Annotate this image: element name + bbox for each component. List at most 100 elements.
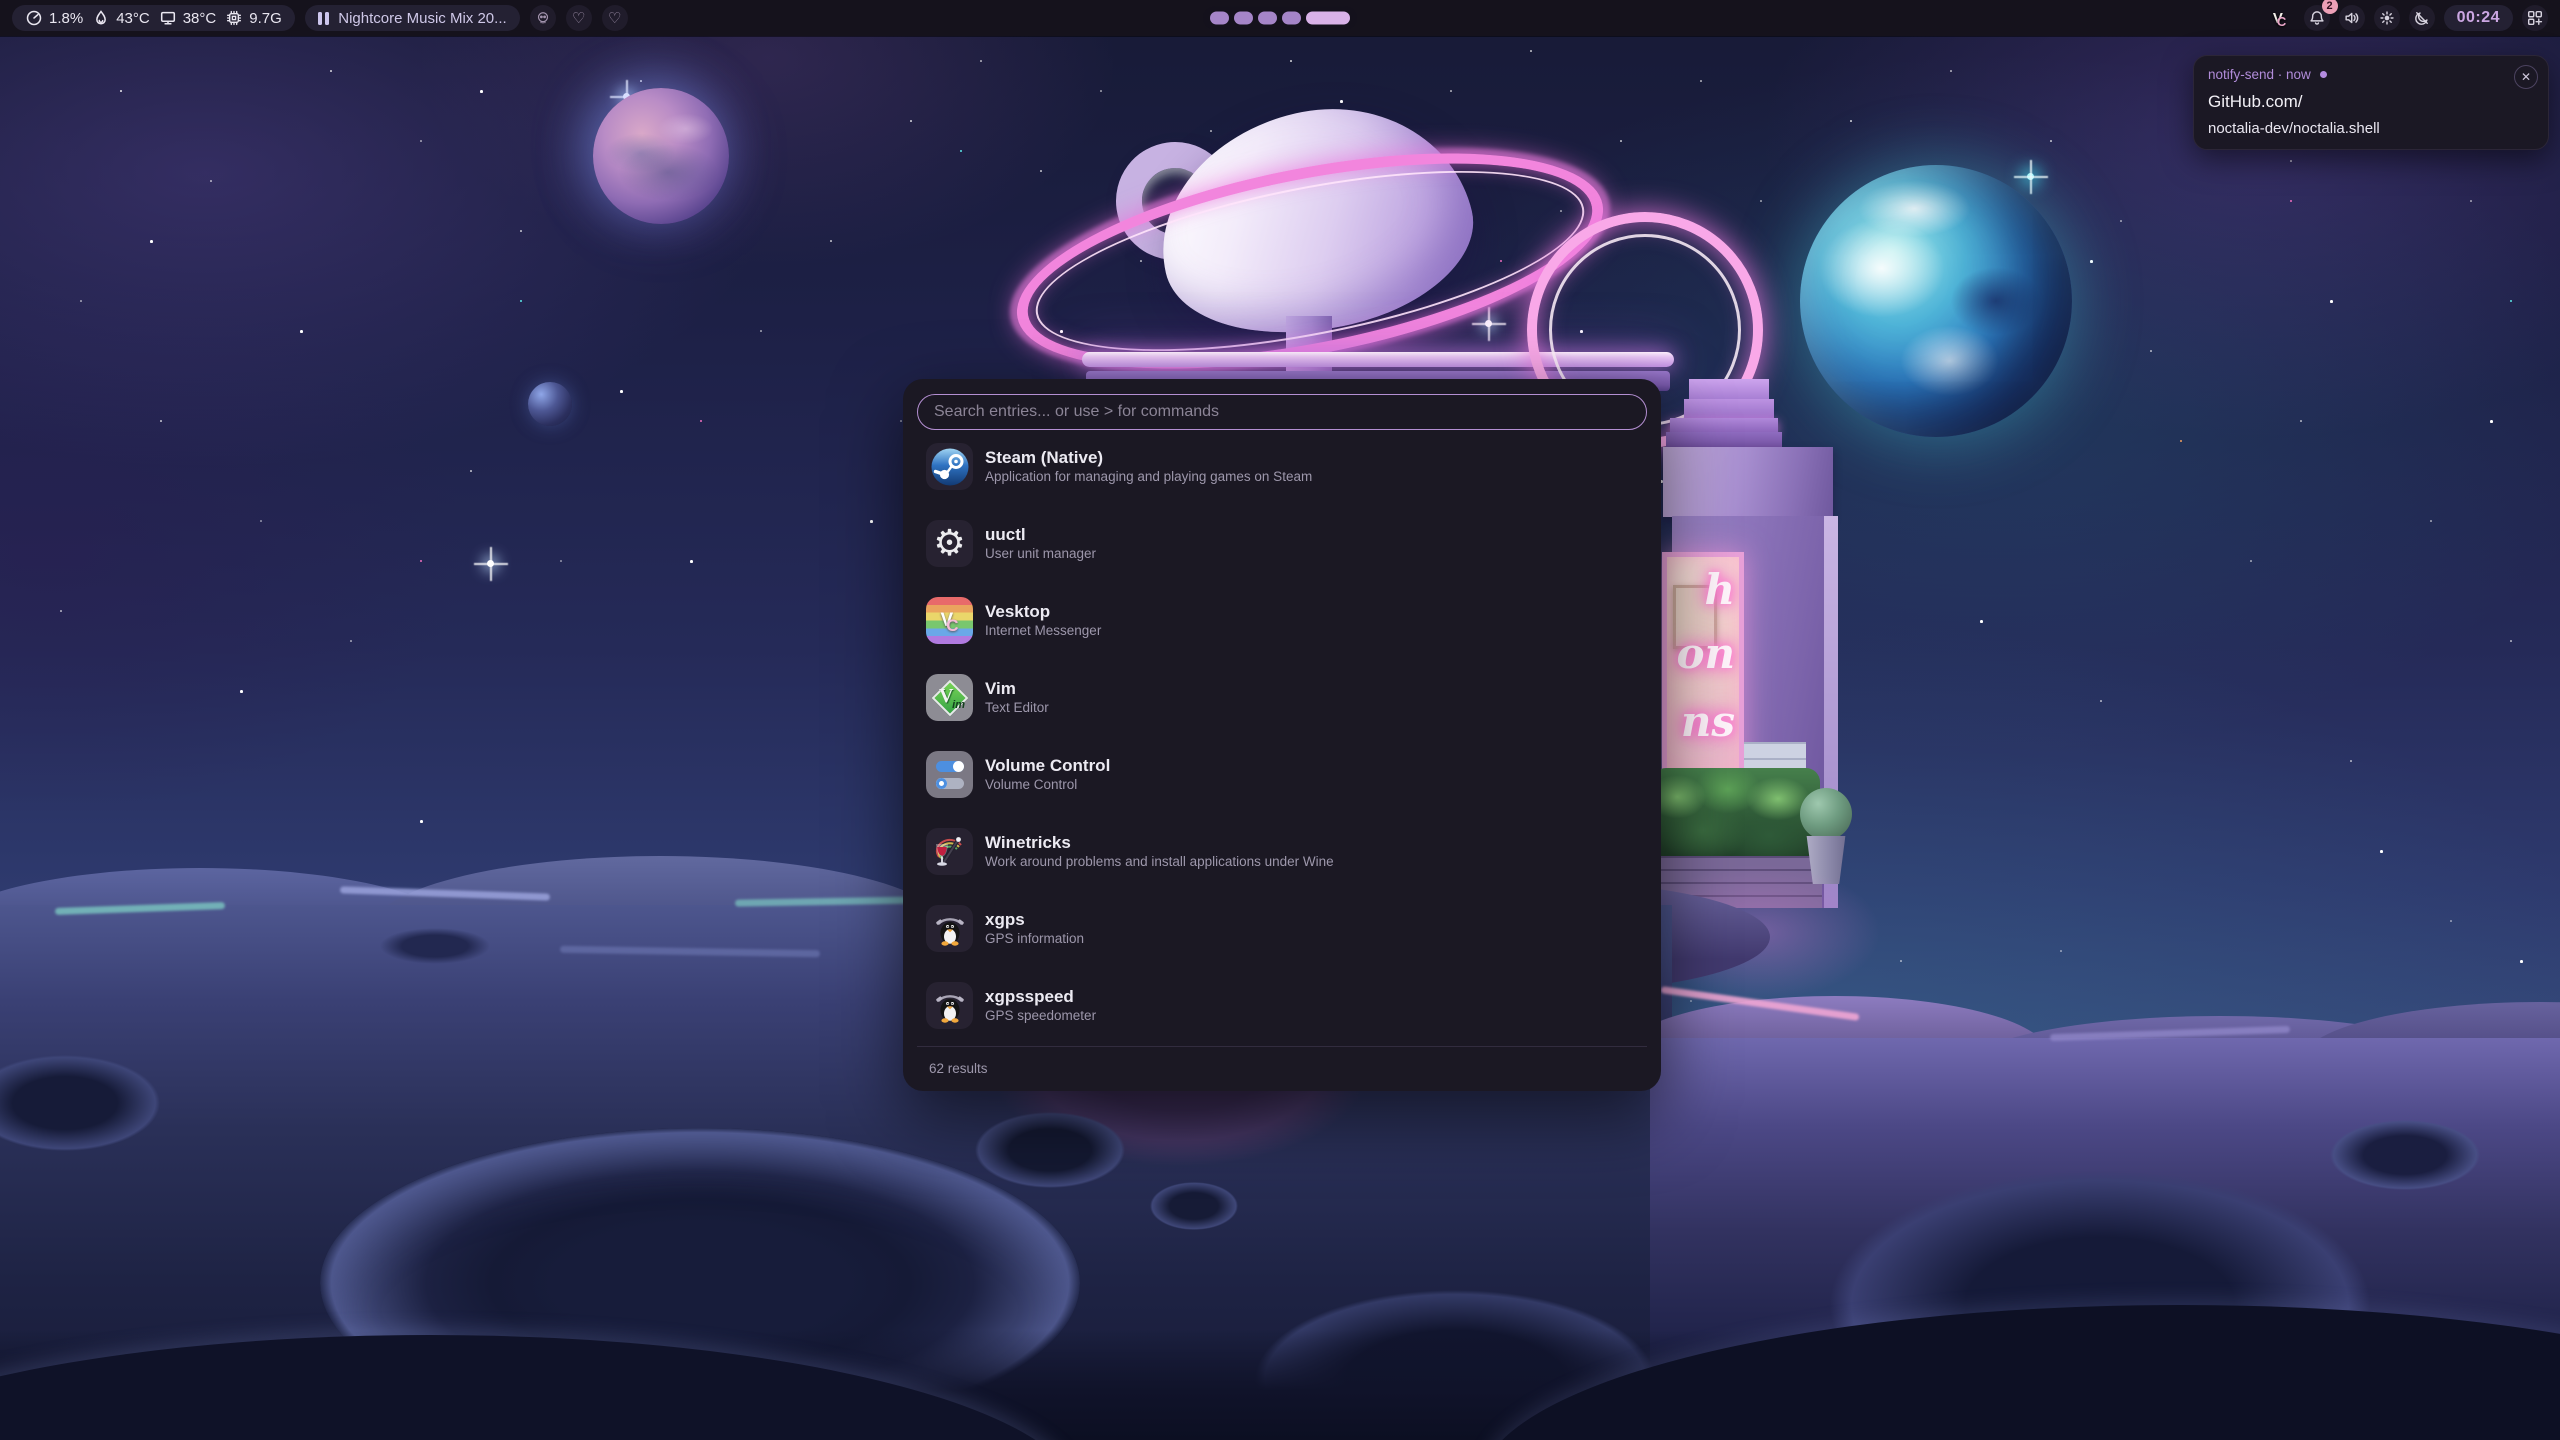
bright-star [2027,173,2034,180]
small-planet-illustration [528,382,572,426]
item-title: Volume Control [985,757,1110,774]
system-stats-pill: 1.8% 43°C 38°C [12,5,295,31]
item-description: User unit manager [985,547,1096,561]
launcher-item-xgpsspeed[interactable]: xgpsspeed GPS speedometer [926,982,1647,1029]
footer-divider [917,1046,1647,1047]
grid-plus-icon [2526,9,2544,27]
workspace-indicator [1203,7,1357,30]
item-title: xgpsspeed [985,988,1096,1005]
tux-app-icon [926,905,973,952]
flame-icon [92,9,110,27]
close-icon[interactable]: ✕ [2514,65,2538,89]
heart-icon: ♡ [608,11,621,26]
notification-app-name: notify-send · now [2208,67,2311,82]
moon-slash-icon [2413,9,2431,27]
launcher-results-list: Steam (Native) Application for managing … [903,443,1661,1029]
item-description: Volume Control [985,778,1110,792]
workspace-pill-4[interactable] [1282,12,1301,25]
notification-card: notify-send · now ✕ GitHub.com/ noctalia… [2193,55,2549,150]
pink-planet-illustration [593,88,729,224]
volume-button[interactable] [2339,5,2365,31]
cafe-neon-sign-text: on [1676,629,1735,678]
notification-header: notify-send · now [2208,67,2534,82]
cpu-temp-stat: 43°C [92,9,150,27]
tray-letter-c: C [2277,14,2286,29]
display-icon [159,9,177,27]
cafe-hedge [1652,768,1820,864]
launcher-item-winetricks[interactable]: Winetricks Work around problems and inst… [926,828,1647,875]
item-title: Vim [985,680,1049,697]
notifications-button[interactable]: 2 [2304,5,2330,31]
speaker-icon [2343,9,2361,27]
launcher-item-vesktop[interactable]: VC Vesktop Internet Messenger [926,597,1647,644]
bell-icon [2308,9,2326,27]
launcher-item-steam-native-[interactable]: Steam (Native) Application for managing … [926,443,1647,490]
vesktop-app-icon: VC [926,597,973,644]
cpu-usage-stat: 1.8% [25,9,83,27]
brightness-button[interactable] [2374,5,2400,31]
gpu-temp-value: 38°C [183,10,217,27]
bright-star [1485,320,1492,327]
cafe-roof-tier [1666,432,1782,447]
search-input[interactable] [917,394,1647,430]
lunar-crater [975,1112,1125,1188]
night-light-button[interactable] [2409,5,2435,31]
launcher-item-uuctl[interactable]: ⚙ uuctl User unit manager [926,520,1647,567]
results-count: 62 results [929,1061,988,1076]
gpu-temp-stat: 38°C [159,9,217,27]
cafe-neon-sign-text: ns [1681,697,1735,746]
steam-app-icon [926,443,973,490]
bar-left-modules: 1.8% 43°C 38°C [12,5,628,31]
notification-count-badge: 2 [2322,0,2338,14]
item-title: uuctl [985,526,1096,543]
notification-body-line2: noctalia-dev/noctalia.shell [2208,120,2534,137]
workspace-pill-1[interactable] [1210,12,1229,25]
top-bar: 1.8% 43°C 38°C [0,0,2560,36]
item-title: Vesktop [985,603,1101,620]
item-description: Text Editor [985,701,1049,715]
lunar-crater [1150,1182,1238,1230]
bar-right-modules: V C 2 [2265,5,2548,31]
heart-button[interactable]: ♡ [566,5,592,31]
clock-time: 00:24 [2457,9,2500,27]
cafe-cornice [1663,447,1833,517]
item-description: GPS speedometer [985,1009,1096,1023]
skull-button[interactable] [530,5,556,31]
cpu-usage-value: 1.8% [49,10,83,27]
memory-value: 9.7G [249,10,282,27]
launcher-item-volume-control[interactable]: Volume Control Volume Control [926,751,1647,798]
skull-icon [535,10,551,26]
notification-body-line1: GitHub.com/ [2208,92,2534,112]
dashboard-button[interactable] [2522,5,2548,31]
workspace-pill-5[interactable] [1306,12,1350,25]
item-title: Winetricks [985,834,1334,851]
heart-button[interactable]: ♡ [602,5,628,31]
unread-dot [2320,71,2327,78]
workspace-pill-3[interactable] [1258,12,1277,25]
item-title: Steam (Native) [985,449,1312,466]
lunar-crater [380,928,490,964]
vesktop-tray-icon[interactable]: V C [2265,7,2295,29]
item-description: Internet Messenger [985,624,1101,638]
item-description: GPS information [985,932,1084,946]
cafe-window: h on ns [1662,552,1744,774]
winetricks-app-icon [926,828,973,875]
workspace-pill-2[interactable] [1234,12,1253,25]
pause-icon [318,12,330,25]
item-description: Work around problems and install applica… [985,855,1334,869]
earth-illustration [1800,165,2072,437]
launcher-item-vim[interactable]: Vim Vim Text Editor [926,674,1647,721]
chip-icon [225,9,243,27]
gauge-icon [25,9,43,27]
app-launcher-panel: Steam (Native) Application for managing … [903,379,1661,1091]
lunar-crater [2330,1120,2480,1190]
launcher-item-xgps[interactable]: xgps GPS information [926,905,1647,952]
tux-app-icon [926,982,973,1029]
clock-widget[interactable]: 00:24 [2444,5,2513,31]
cafe-neon-sign-text: h [1704,565,1735,614]
cpu-temp-value: 43°C [116,10,150,27]
media-player-pill[interactable]: Nightcore Music Mix 20... [305,5,520,31]
vim-app-icon: Vim [926,674,973,721]
media-title: Nightcore Music Mix 20... [338,10,506,27]
cafe-bush [1800,788,1852,840]
